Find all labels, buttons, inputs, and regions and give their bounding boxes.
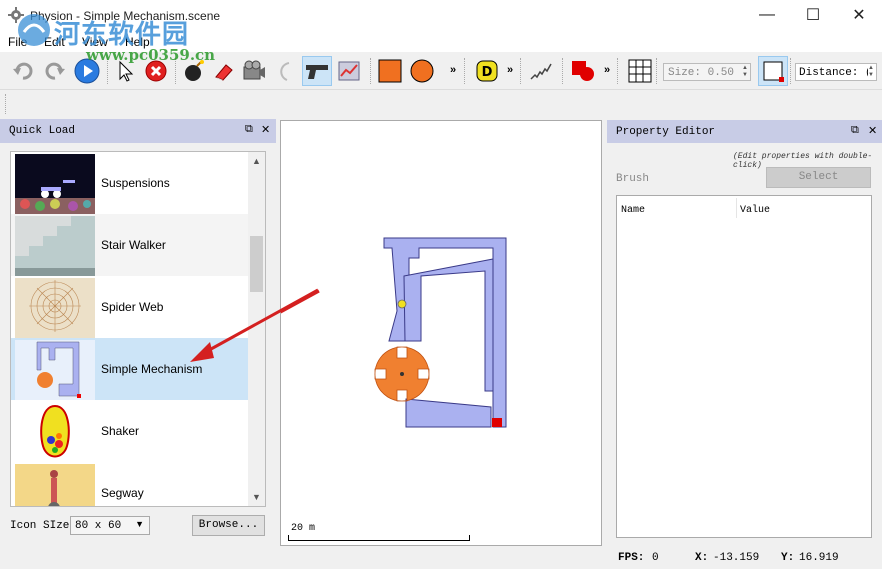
column-header-name[interactable]: Name — [621, 205, 645, 216]
select-button[interactable]: Select — [766, 167, 871, 188]
status-bar: FPS: 0 X: -13.159 Y: 16.919 — [0, 548, 882, 569]
distance-value: Distance: ( — [799, 67, 872, 79]
brush-label: Brush — [616, 173, 650, 185]
wheel-axle-shape — [400, 372, 404, 376]
quick-load-title: Quick Load — [9, 125, 76, 137]
scroll-down-icon[interactable]: ▼ — [252, 492, 261, 502]
close-button[interactable]: ✕ — [836, 0, 882, 30]
bottom-block-shape — [405, 398, 492, 428]
toolbar-separator — [790, 58, 792, 84]
fps-label: FPS: — [618, 552, 645, 564]
gun-icon[interactable] — [302, 56, 332, 86]
size-spinbox[interactable]: Size: 0.50 ▲ ▼ — [663, 63, 751, 81]
list-item-label: Spider Web — [101, 300, 164, 314]
list-item[interactable]: Shaker — [11, 400, 248, 462]
size-value: Size: 0.50 — [668, 67, 735, 79]
toolbar-separator — [464, 58, 466, 84]
list-item-label: Suspensions — [101, 176, 170, 190]
list-item[interactable]: Suspensions — [11, 152, 248, 214]
circle-icon[interactable] — [407, 56, 437, 86]
secondary-toolbar — [0, 91, 882, 118]
toolbar-separator — [656, 58, 658, 84]
quick-load-header: Quick Load ⧉ ✕ — [0, 119, 276, 143]
distance-spinbox[interactable]: Distance: ( ▲ ▼ — [795, 63, 877, 81]
watermark-url: www.pc0359.cn — [86, 46, 216, 64]
column-divider — [736, 198, 737, 218]
column-header-value[interactable]: Value — [740, 205, 770, 216]
chevron-down-icon: ▼ — [135, 519, 144, 529]
list-item-label: Shaker — [101, 424, 140, 438]
toolbar-separator — [520, 58, 522, 84]
toolbar-overflow-chevron[interactable]: » — [604, 64, 610, 76]
x-label: X: — [695, 552, 709, 564]
ball-shape — [397, 299, 407, 309]
camera-icon[interactable] — [239, 56, 269, 86]
close-panel-icon[interactable]: ✕ — [868, 124, 877, 137]
graph-icon[interactable] — [334, 56, 364, 86]
minimize-button[interactable]: — — [744, 0, 790, 30]
icon-size-value: 80 x 60 — [75, 520, 122, 532]
icon-size-label: Icon SIze — [10, 520, 70, 532]
list-item[interactable]: Stair Walker — [11, 214, 248, 276]
scale-bar — [288, 535, 470, 541]
redo-icon[interactable] — [40, 56, 70, 86]
list-item[interactable]: Segway — [11, 462, 248, 506]
spin-arrows-icon[interactable]: ▲ ▼ — [742, 65, 748, 79]
property-editor-title: Property Editor — [616, 126, 716, 138]
list-item-label: Stair Walker — [101, 238, 166, 252]
toolbar-overflow-chevron[interactable]: » — [450, 64, 456, 76]
stair-walker-thumbnail — [15, 216, 95, 276]
segway-thumbnail — [15, 464, 95, 506]
browse-button[interactable]: Browse... — [192, 515, 265, 536]
snap-box-icon[interactable] — [758, 56, 788, 86]
shaker-thumbnail — [15, 402, 95, 462]
toolbar-separator — [370, 58, 372, 84]
close-panel-icon[interactable]: ✕ — [261, 123, 270, 136]
y-value: 16.919 — [799, 552, 839, 564]
polygon-icon[interactable] — [568, 56, 598, 86]
icon-size-select[interactable]: 80 x 60 ▼ — [70, 516, 150, 535]
fps-value: 0 — [652, 552, 659, 564]
float-panel-icon[interactable]: ⧉ — [851, 124, 859, 137]
toolbar-separator — [617, 58, 619, 84]
undo-icon[interactable] — [8, 56, 38, 86]
list-item-label: Segway — [101, 486, 144, 500]
red-block-shape — [492, 418, 502, 427]
rectangle-icon[interactable] — [375, 56, 405, 86]
suspensions-thumbnail — [15, 154, 95, 214]
scale-label: 20 m — [291, 523, 316, 534]
d-shape-icon[interactable]: D — [472, 56, 502, 86]
toolbar-separator — [562, 58, 564, 84]
rope-icon[interactable] — [270, 56, 300, 86]
spider-web-thumbnail — [15, 278, 95, 338]
simple-mechanism-thumbnail — [15, 340, 95, 400]
spin-arrows-icon[interactable]: ▲ ▼ — [868, 65, 874, 79]
toolbar-overflow-chevron[interactable]: » — [507, 64, 513, 76]
maximize-button[interactable]: ☐ — [790, 0, 836, 30]
toolbar-grip[interactable] — [5, 94, 7, 114]
svg-text:D: D — [482, 65, 493, 80]
grid-icon[interactable] — [625, 56, 655, 86]
y-label: Y: — [781, 552, 795, 564]
watermark-logo — [18, 14, 50, 46]
property-editor-header: Property Editor ⧉ ✕ — [607, 120, 882, 143]
scroll-up-icon[interactable]: ▲ — [252, 156, 261, 166]
float-panel-icon[interactable]: ⧉ — [245, 123, 253, 136]
x-value: -13.159 — [713, 552, 760, 564]
property-table[interactable]: Name Value — [616, 195, 872, 538]
annotation-arrow-overlay — [190, 288, 319, 362]
spring-icon[interactable] — [526, 56, 556, 86]
